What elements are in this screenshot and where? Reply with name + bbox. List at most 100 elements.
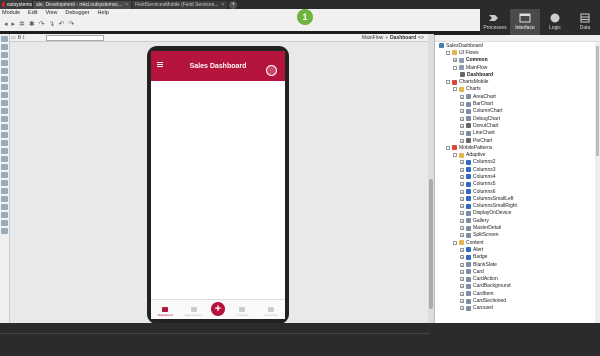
tree-item[interactable]: + LineChart [435,130,600,137]
widget-tool[interactable] [1,156,8,162]
tree-item[interactable]: + PieChart [435,137,600,144]
outsystems-logo[interactable]: outsystems [0,0,32,9]
widget-tool[interactable] [1,172,8,178]
tree-item[interactable]: - MainFlow [435,64,600,71]
widget-tool[interactable] [1,52,8,58]
expand-icon[interactable]: + [460,94,464,99]
menu-view[interactable]: View [46,10,58,16]
collapse-icon[interactable]: - [453,153,457,158]
scrollbar-thumb[interactable] [429,179,433,309]
tree-item[interactable]: + DisplayOnDevice [435,210,600,217]
tree-item[interactable]: + Columns5 [435,181,600,188]
tree-item[interactable]: + ColumnsSmallLeft [435,195,600,202]
expand-icon[interactable]: + [460,189,464,194]
tree-item[interactable]: + MasterDetail [435,224,600,231]
expand-icon[interactable]: + [460,269,464,274]
phone-screen[interactable]: Sales Dashboard Dashboard Opportunities … [151,51,285,319]
tree-item[interactable]: + CardAction [435,276,600,283]
expand-icon[interactable]: + [460,167,464,172]
tab-development[interactable]: ale, Development - mkd.outsystemsc... × [33,0,132,9]
close-icon[interactable]: × [221,2,224,8]
tab-processes[interactable]: Processes [480,9,510,35]
tree-item[interactable]: + CardItem [435,290,600,297]
widget-tool[interactable] [1,220,8,226]
expand-icon[interactable]: + [460,123,464,128]
close-icon[interactable]: × [125,2,128,8]
menu-debugger[interactable]: Debugger [65,10,89,16]
expand-icon[interactable]: + [460,160,464,165]
widget-tool[interactable] [1,148,8,154]
widget-tool[interactable] [1,164,8,170]
style-classes-select[interactable] [46,34,105,41]
widget-tool[interactable] [1,140,8,146]
collapse-icon[interactable]: - [446,145,450,150]
tree-item[interactable]: - Adaptive [435,151,600,158]
widget-tool[interactable] [1,68,8,74]
widget-tool[interactable] [1,36,8,42]
add-button[interactable]: + [210,302,225,316]
tree-item[interactable]: + DebugChart [435,115,600,122]
tree-item[interactable]: - Charts [435,86,600,93]
tree-item[interactable]: + Carousel [435,305,600,312]
redo-icon[interactable]: ↷ [68,20,74,28]
menu-icon[interactable] [157,62,163,67]
breadcrumb-mainflow[interactable]: MainFlow [362,35,383,41]
expand-icon[interactable]: + [460,182,464,187]
collapse-icon[interactable]: - [453,65,457,70]
tab-data[interactable]: Data [570,9,600,35]
tree-item[interactable]: + Columns3 [435,166,600,173]
expand-icon[interactable]: + [460,277,464,282]
expand-icon[interactable]: + [460,299,464,304]
tree-item[interactable]: - MobilePatterns [435,144,600,151]
widget-tool[interactable] [1,116,8,122]
undo-icon[interactable]: ↶ [59,20,65,28]
widget-tool[interactable] [1,108,8,114]
widget-tool[interactable] [1,76,8,82]
tree-item[interactable]: SalesDashboard [435,42,600,49]
expand-icon[interactable]: + [460,291,464,296]
widget-tool[interactable] [1,180,8,186]
tree-item[interactable]: + CardSectioned [435,297,600,304]
expand-icon[interactable]: + [460,247,464,252]
expand-icon[interactable]: + [460,204,464,209]
menu-edit[interactable]: Edit [28,10,37,16]
tree-item[interactable]: + Common [435,57,600,64]
step-over-icon[interactable]: ↷ [39,20,45,28]
menu-module[interactable]: Module [2,10,20,16]
widget-tool[interactable] [1,44,8,50]
tree-item[interactable]: + Alert [435,246,600,253]
expand-icon[interactable]: + [453,58,457,63]
widget-tool[interactable] [1,204,8,210]
code-toggle-icon[interactable]: <> [418,35,424,41]
breadcrumb-dashboard[interactable]: Dashboard [390,35,416,41]
avatar[interactable] [266,65,277,76]
tree-item[interactable]: - UI Flows [435,49,600,56]
tree-item[interactable]: + CardBackground [435,283,600,290]
step-into-icon[interactable]: ↴ [49,20,55,28]
expand-icon[interactable]: + [460,226,464,231]
expand-icon[interactable]: + [460,131,464,136]
tree-item[interactable]: - Content [435,239,600,246]
expand-icon[interactable]: + [460,109,464,114]
italic-icon[interactable]: I [23,35,24,41]
widget-tool[interactable] [1,84,8,90]
tree-item[interactable]: + Columns4 [435,173,600,180]
widget-tool[interactable] [1,100,8,106]
tab-field-services[interactable]: FieldServicesMobile (Field Services... × [132,0,228,9]
tree-item[interactable]: + Card [435,268,600,275]
scrollbar-thumb[interactable] [596,46,599,156]
widget-tool[interactable] [1,228,8,234]
tree-item[interactable]: + DonutChart [435,122,600,129]
menu-help[interactable]: Help [98,10,109,16]
collapse-icon[interactable]: - [446,50,450,55]
tree-scrollbar[interactable] [595,42,600,323]
tree-item[interactable]: + BarChart [435,100,600,107]
expand-icon[interactable]: + [460,255,464,260]
tree-item[interactable]: + BlankSlate [435,261,600,268]
tree-item[interactable]: - ChartsMobile [435,78,600,85]
debug-icon[interactable]: ✱ [29,20,35,28]
widget-tool[interactable] [1,132,8,138]
widget-tool[interactable] [1,124,8,130]
tree-item[interactable]: + Gallery [435,217,600,224]
tree-item[interactable]: Dashboard [435,71,600,78]
